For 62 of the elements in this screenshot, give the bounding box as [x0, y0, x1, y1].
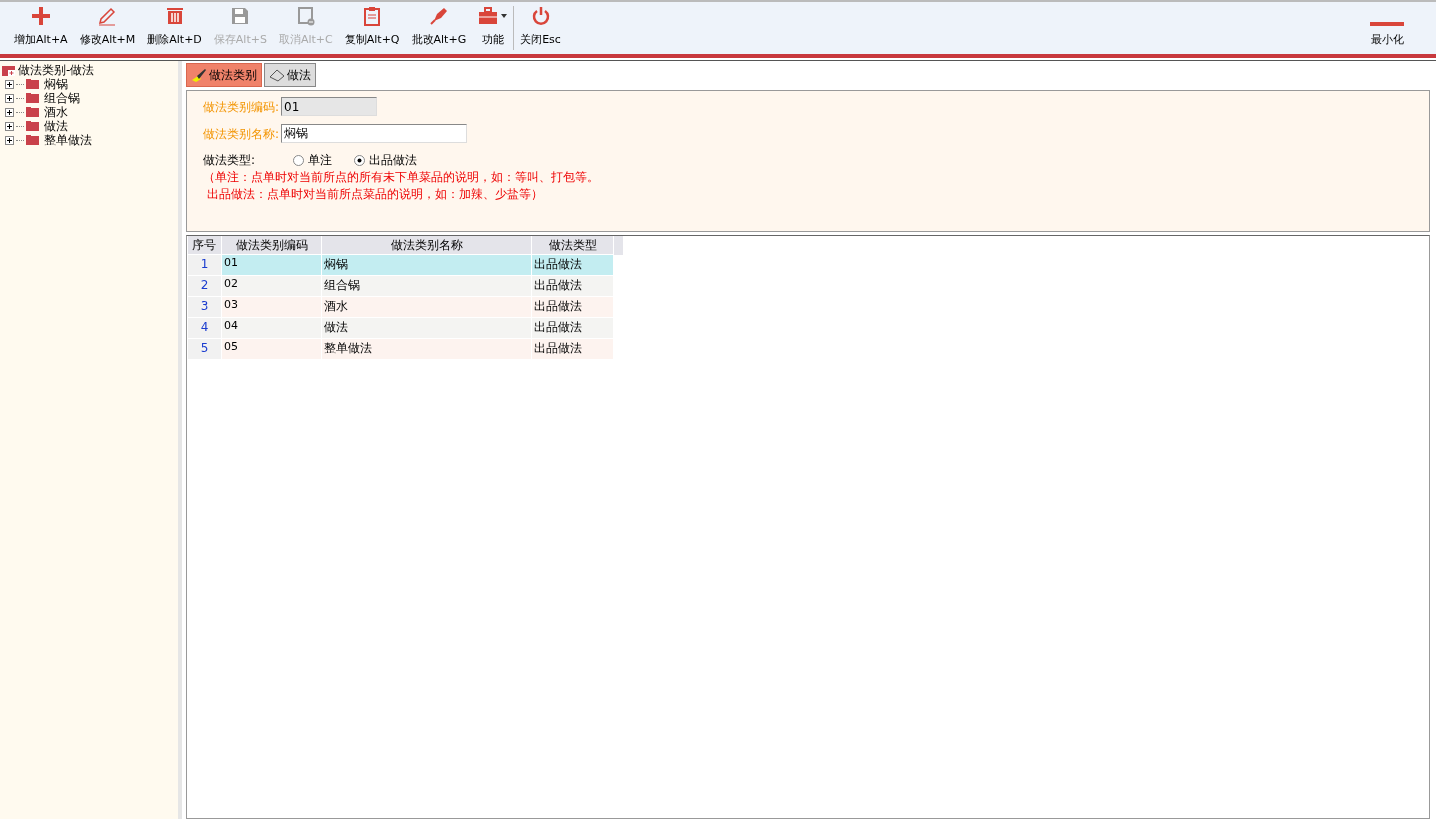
column-header: 序号	[187, 236, 222, 255]
row-number: 5	[187, 338, 222, 360]
radio-option[interactable]: 单注	[293, 151, 332, 169]
input-field[interactable]: 01	[281, 97, 378, 116]
toolbar-button[interactable]: 关闭Esc	[514, 2, 567, 54]
tree-item[interactable]: 做法	[44, 119, 68, 133]
expand-icon[interactable]	[5, 121, 14, 131]
expand-icon[interactable]	[5, 107, 14, 117]
tree-item[interactable]: 焖锅	[44, 77, 68, 91]
folder-icon	[26, 135, 39, 145]
table-cell: 组合锅	[321, 275, 532, 297]
table-cell: 酒水	[321, 296, 532, 318]
brush-icon	[191, 68, 207, 82]
plus-icon	[30, 5, 51, 26]
expand-icon[interactable]	[5, 135, 14, 145]
table-cell: 整单做法	[321, 338, 532, 360]
trash-icon	[164, 5, 185, 26]
input-field[interactable]: 焖锅	[281, 124, 468, 143]
toolbox-icon	[478, 5, 499, 26]
power-icon	[530, 5, 551, 26]
radio-option[interactable]: 出品做法	[354, 151, 417, 169]
minimize-icon	[1370, 21, 1404, 26]
table-cell: 做法	[321, 317, 532, 339]
clipboard-icon	[362, 5, 383, 26]
column-header: 做法类型	[531, 236, 614, 255]
tree-item[interactable]: 酒水	[44, 105, 68, 119]
field-label: 做法类别名称:	[203, 125, 280, 143]
expand-icon[interactable]	[5, 93, 14, 103]
minimize-button[interactable]: 最小化	[1364, 2, 1410, 54]
tab[interactable]: 做法类别	[186, 63, 262, 87]
pencil-icon	[97, 5, 118, 26]
table-cell: 焖锅	[321, 254, 532, 276]
tree-item[interactable]: 做法类别-做法	[18, 63, 95, 77]
pen-nib-icon	[428, 5, 449, 26]
note-text: （单注：点单时对当前所点的所有未下单菜品的说明，如：等叫、打包等。	[203, 169, 600, 186]
row-number: 3	[187, 296, 222, 318]
note-text: 出品做法：点单时对当前所点菜品的说明，如：加辣、少盐等）	[206, 186, 544, 203]
row-number: 4	[187, 317, 222, 339]
column-header: 做法类别编码	[221, 236, 322, 255]
document-minus-icon	[295, 5, 316, 26]
toolbar-button[interactable]: 批改Alt+G	[405, 2, 473, 54]
expand-icon[interactable]	[5, 79, 14, 89]
toolbar-button[interactable]: 增加Alt+A	[8, 2, 74, 54]
toolbar-button[interactable]: 功能	[472, 2, 514, 54]
table-cell: 出品做法	[531, 254, 614, 276]
column-header: 做法类别名称	[321, 236, 532, 255]
tree-item[interactable]: 整单做法	[44, 133, 92, 147]
field-label: 做法类型:	[203, 152, 257, 169]
table-cell: 01	[221, 254, 322, 276]
tab[interactable]: 做法	[264, 63, 316, 87]
eraser-icon	[269, 68, 285, 82]
folder-icon	[26, 107, 39, 117]
field-label: 做法类别编码:	[203, 98, 280, 116]
folder-icon	[26, 121, 39, 131]
toolbar-button[interactable]: 复制Alt+Q	[338, 2, 406, 54]
row-number: 2	[187, 275, 222, 297]
toolbar-button[interactable]: 修改Alt+M	[73, 2, 142, 54]
folder-icon	[26, 79, 39, 89]
tree-item[interactable]: 组合锅	[44, 91, 80, 105]
row-number: 1	[187, 254, 222, 276]
toolbar-button[interactable]: 删除Alt+D	[141, 2, 208, 54]
folder-icon	[26, 93, 39, 103]
